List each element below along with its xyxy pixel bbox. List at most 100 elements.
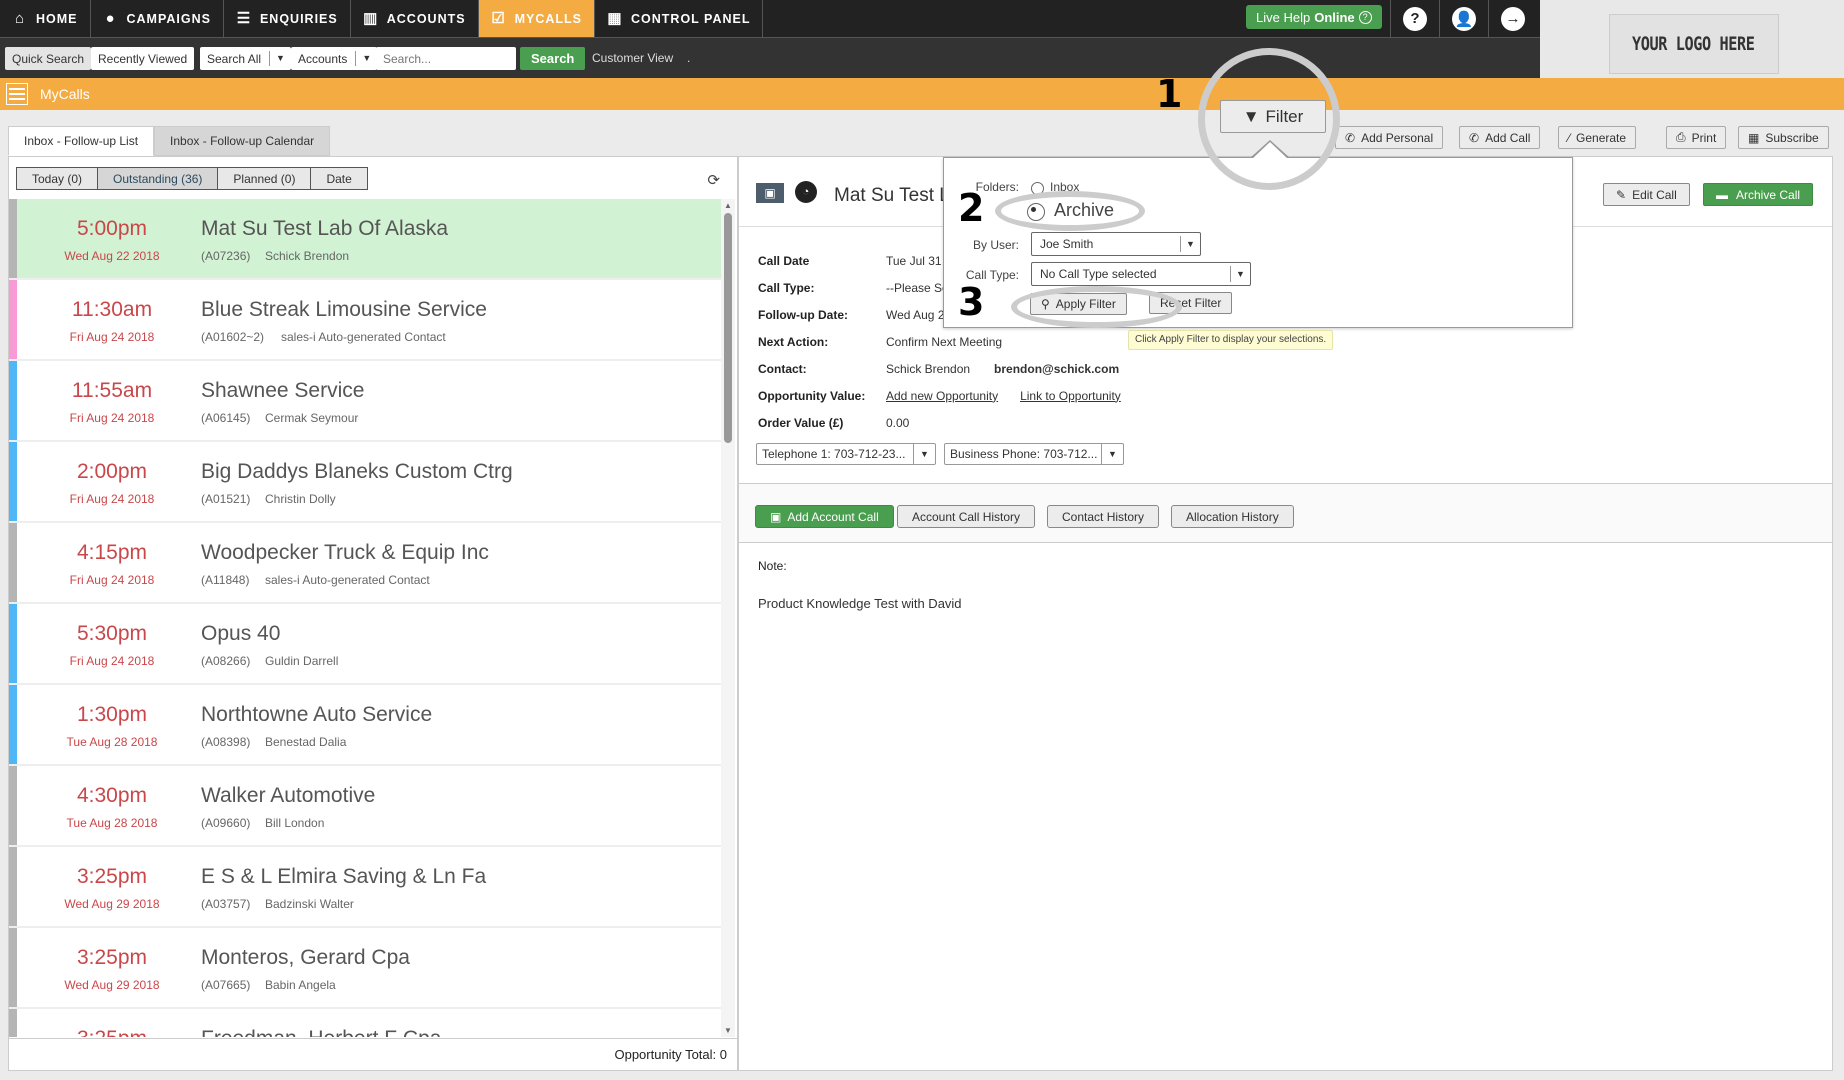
folder-archive-radio[interactable] [1027,203,1045,221]
folder-inbox-radio[interactable] [1031,182,1044,195]
account-code: (A11848) [201,573,250,587]
help-button[interactable]: ? [1390,0,1439,37]
account-code: (A09660) [201,816,251,830]
call-list-item[interactable]: 3:25pmFreedman, Herbert F Cpa [9,1009,721,1037]
tab-follow-up-calendar[interactable]: Inbox - Follow-up Calendar [154,126,331,156]
add-opportunity-link[interactable]: Add new Opportunity [886,389,998,403]
call-time: 3:25pm [76,865,148,888]
call-list-item[interactable]: 3:25pm Wed Aug 29 2018 E S & L Elmira Savi… [9,847,721,928]
call-list-item[interactable]: 4:15pm Fri Aug 24 2018 Woodpecker Truck & … [9,523,721,604]
reset-filter-button[interactable]: Reset Filter [1149,292,1233,314]
search-type-select[interactable]: Accounts ▼ [291,47,378,70]
call-list-item[interactable]: 5:30pm Fri Aug 24 2018 Opus 40 (A08266) Guld… [9,604,721,685]
nav-label: CONTROL PANEL [631,11,751,26]
print-button[interactable]: ⎙ Print [1666,126,1727,149]
nav-label: HOME [36,11,78,26]
call-list-item[interactable]: 5:00pm Wed Aug 22 2018 Mat Su Test Lab Of … [9,199,721,280]
logo: YOUR LOGO HERE [1609,14,1779,74]
scroll-down-icon[interactable]: ▼ [721,1026,735,1035]
call-type-select[interactable]: No Call Type selected ▼ [1031,262,1251,286]
call-list-item[interactable]: 3:25pm Wed Aug 29 2018 Monteros, Gerard Cp… [9,928,721,1009]
call-date: Fri Aug 24 2018 [69,654,155,668]
step-number-3: 3 [958,280,985,324]
field-value: Tue Jul 31 2 [886,253,952,268]
account-code: (A07665) [201,978,251,992]
call-list-item[interactable]: 11:55am Fri Aug 24 2018 Shawnee Service (A0… [9,361,721,442]
call-list-item[interactable]: 1:30pm Tue Aug 28 2018 Northtowne Auto Ser… [9,685,721,766]
field-label: Opportunity Value: [758,388,866,403]
search-button[interactable]: Search [520,47,586,70]
account-code: (A06145) [201,411,251,425]
account-code: (A03757) [201,897,251,911]
field-contact: Contact: Schick Brendon brendon@schick.com [758,355,1143,382]
contact-name: Schick Brendon [886,361,971,376]
link-opportunity-link[interactable]: Link to Opportunity [1020,389,1121,403]
customer-view-link[interactable]: Customer View [592,47,673,70]
list-scrollbar[interactable]: ▲ ▼ [721,199,735,1037]
logout-icon: → [1501,6,1525,31]
filter-button[interactable]: ▼ Filter [1220,100,1326,133]
nav-campaigns[interactable]: ● CAMPAIGNS [91,0,224,37]
allocation-history-button[interactable]: Allocation History [1171,505,1294,528]
by-user-select[interactable]: Joe Smith ▼ [1031,232,1201,256]
scroll-up-icon[interactable]: ▲ [721,201,735,210]
nav-enquiries[interactable]: ☰ ENQUIRIES [224,0,351,37]
account-name: Opus 40 [201,622,281,645]
quick-search-button[interactable]: Quick Search [5,47,92,70]
archive-call-button[interactable]: ▬ Archive Call [1703,183,1814,206]
scroll-thumb[interactable] [724,213,732,443]
telephone-select[interactable]: Telephone 1: 703-712-23... ▼ [756,443,936,465]
contact-card-icon[interactable]: ▣ [756,183,784,203]
add-personal-button[interactable]: ✆ Add Personal [1335,126,1444,149]
segment-planned[interactable]: Planned (0) [217,167,312,190]
button-label: Print [1691,130,1717,145]
call-list-item[interactable]: 4:30pm Tue Aug 28 2018 Walker Automotive (A… [9,766,721,847]
add-account-call-button[interactable]: ▣ Add Account Call [755,505,894,528]
call-list-item[interactable]: 2:00pm Fri Aug 24 2018 Big Daddys Blaneks … [9,442,721,523]
status-color-bar [9,199,17,278]
nav-accounts[interactable]: ▥ ACCOUNTS [351,0,479,37]
tab-follow-up-list[interactable]: Inbox - Follow-up List [8,126,155,156]
segment-outstanding[interactable]: Outstanding (36) [97,167,219,190]
button-label: Archive Call [1736,187,1801,202]
generate-button[interactable]: ⁄ Generate [1558,126,1637,149]
refresh-icon[interactable]: ⟳ [707,171,720,189]
user-button[interactable]: 👤 [1439,0,1488,37]
filter-popup: Folders: Inbox Archive By User: Joe Smit… [943,157,1573,328]
nav-mycalls[interactable]: ☑ MYCALLS [478,0,595,37]
subscribe-button[interactable]: ▦ Subscribe [1738,126,1829,149]
campaigns-icon: ● [105,9,116,27]
archive-icon: ▬ [1716,187,1728,202]
contact-history-button[interactable]: Contact History [1047,505,1160,528]
search-input[interactable] [376,47,516,70]
search-scope-select[interactable]: Search All ▼ [200,47,291,70]
dashboard-icon[interactable]: ◔ [795,181,817,203]
nav-label: MYCALLS [514,11,582,26]
nav-home[interactable]: ⌂ HOME [0,0,91,37]
call-list-item[interactable]: 11:30am Fri Aug 24 2018 Blue Streak Limous… [9,280,721,361]
apply-filter-tooltip: Click Apply Filter to display your selec… [1128,330,1334,350]
live-help-button[interactable]: Live Help Online? [1246,5,1382,29]
account-name: Monteros, Gerard Cpa [201,946,410,969]
account-name: Mat Su Test Lab Of Alaska [201,217,449,240]
edit-call-button[interactable]: ✎ Edit Call [1603,183,1690,206]
contact-name: Schick Brendon [265,249,350,263]
contact-email[interactable]: brendon@schick.com [994,362,1119,376]
search-icon: ⚲ [1041,297,1050,311]
contact-name: Guldin Darrell [265,654,339,668]
apply-filter-button[interactable]: ⚲ Apply Filter [1030,293,1127,315]
add-call-button[interactable]: ✆ Add Call [1459,126,1541,149]
call-date: Wed Aug 29 2018 [64,978,160,992]
account-name: Big Daddys Blaneks Custom Ctrg [201,460,513,483]
account-call-history-button[interactable]: Account Call History [897,505,1036,528]
call-time: 2:00pm [76,460,148,483]
call-list: 5:00pm Wed Aug 22 2018 Mat Su Test Lab Of … [9,199,721,1037]
segment-today[interactable]: Today (0) [16,167,99,190]
bank-icon: ▥ [363,9,379,27]
call-time: 5:00pm [76,217,148,240]
recently-viewed-button[interactable]: Recently Viewed [91,47,195,70]
segment-date[interactable]: Date [310,167,368,190]
business-phone-select[interactable]: Business Phone: 703-712... ▼ [944,443,1124,465]
nav-control-panel[interactable]: ▦ CONTROL PANEL [595,0,764,37]
logout-button[interactable]: → [1488,0,1537,37]
